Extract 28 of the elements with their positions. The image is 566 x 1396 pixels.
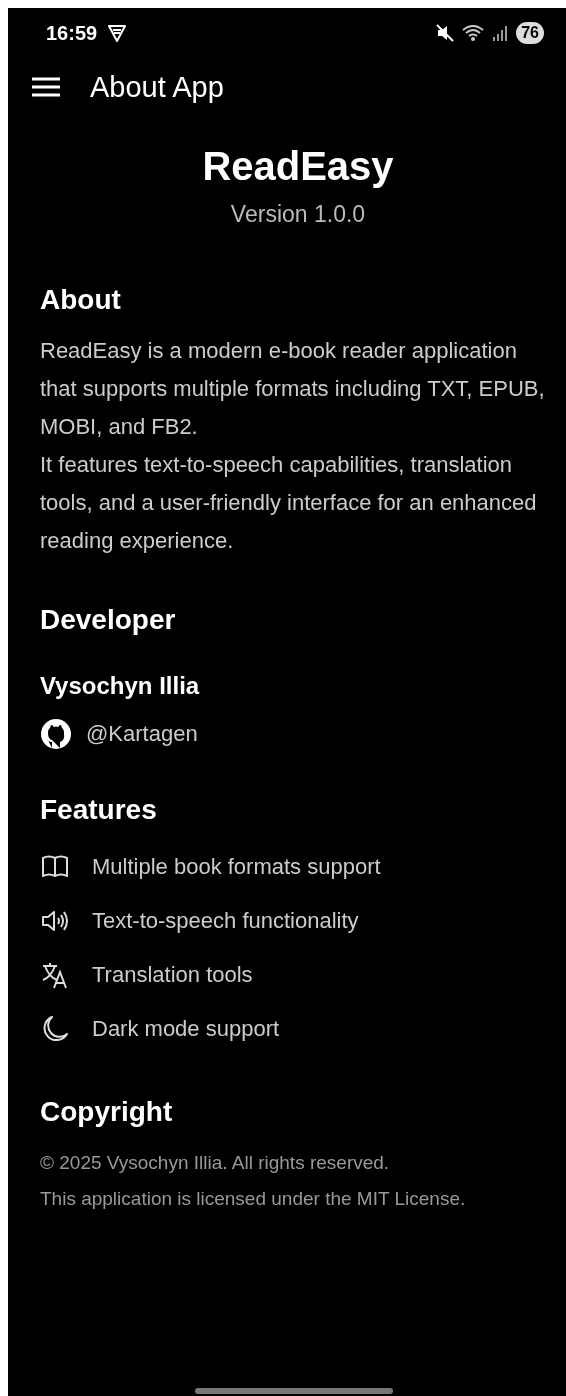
section-heading: Copyright [40,1096,174,1128]
github-icon [40,718,72,750]
feature-text: Translation tools [92,962,253,988]
copyright-text: This application is licensed under the MIT License. [40,1188,467,1210]
about-text: ReadEasy is a modern e-book reader application that supports multiple formats including TXT, EPUB, MOBI, and FB2. It features text-to-speech capabilities, translation tools, and a user-friendly interface for an enhanced reading experience. [40,337,546,555]
feature-text: Text-to-speech functionality [92,908,359,934]
feature-text: Dark mode support [92,1016,280,1042]
book-icon [41,854,69,880]
status-time: 16:59 [46,21,98,45]
section-heading: About [40,284,122,316]
shield-icon [107,23,128,43]
wifi-icon [462,24,485,42]
app-version: Version 1.0.0 [230,201,366,228]
battery-indicator: 76 [516,22,544,44]
copyright-text: © 2025 Vysochyn Illia. All rights reserved. [40,1152,391,1174]
mute-icon [436,24,455,42]
feature-text: Multiple book formats support [92,854,381,880]
developer-name: Vysochyn Illia [40,672,201,700]
github-handle[interactable]: @Kartagen [86,721,198,747]
section-heading: Developer [40,604,177,636]
screen-title: About App [90,70,224,104]
menu-icon[interactable] [32,77,60,97]
speaker-icon [41,909,69,933]
app-name: ReadEasy [202,144,394,189]
translate-icon [41,961,69,989]
section-heading: Features [40,794,158,826]
signal-icon [492,25,509,41]
moon-icon [41,1015,69,1043]
